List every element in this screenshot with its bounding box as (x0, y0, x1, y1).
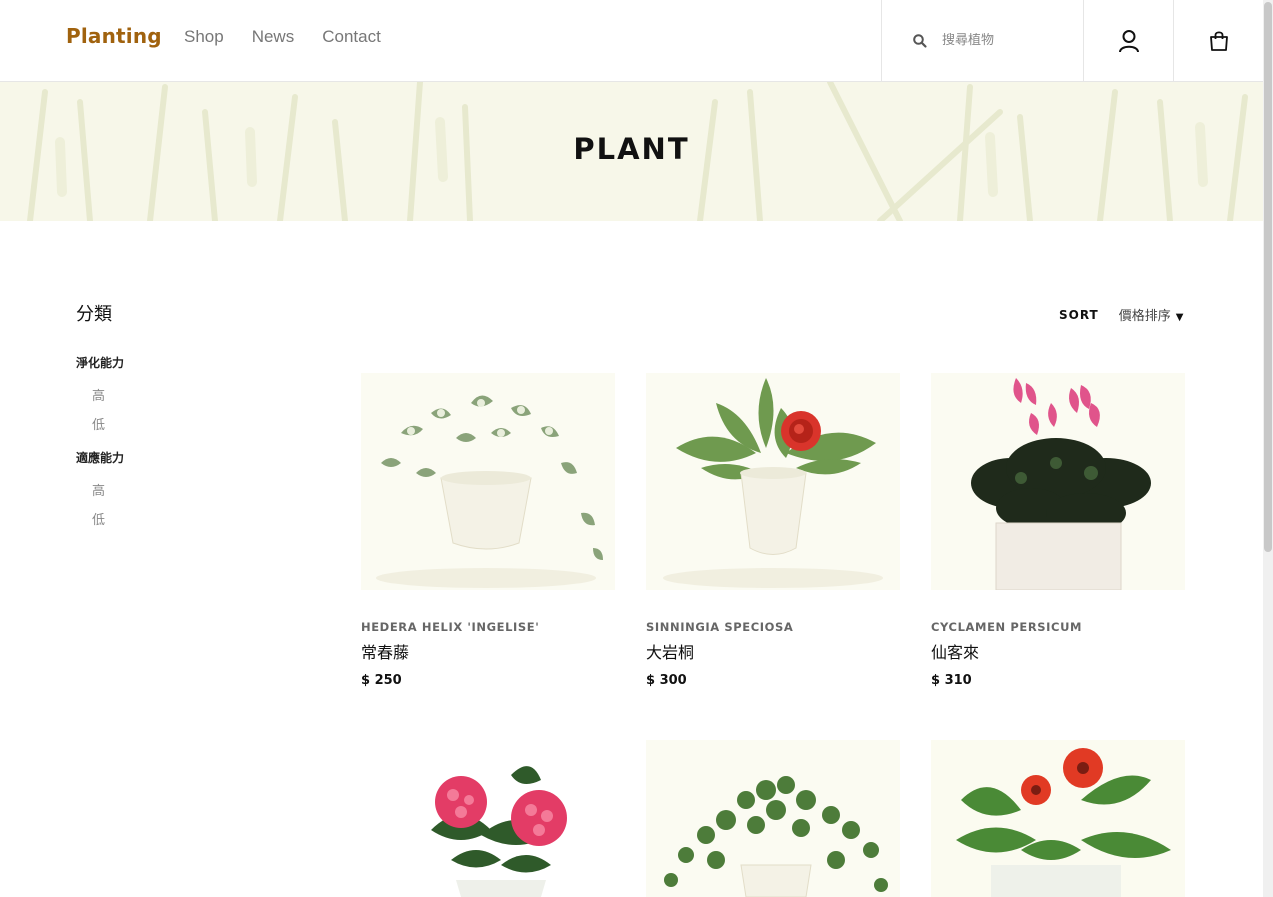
product-name[interactable]: 仙客來 (931, 639, 1185, 663)
category-heading: 分類 (76, 304, 112, 325)
sort-value: 價格排序 (1118, 309, 1171, 324)
hero-banner: PLANT (0, 82, 1263, 221)
brand-logo[interactable]: Planting (66, 24, 162, 48)
account-button[interactable] (1083, 0, 1173, 81)
user-icon (1118, 29, 1139, 52)
product-latin-name: SINNINGIA SPECIOSA (646, 620, 794, 634)
filter-option-purification-low[interactable]: 低 (92, 414, 256, 433)
scrollbar-thumb[interactable] (1264, 2, 1272, 552)
nav-contact[interactable]: Contact (322, 27, 381, 47)
nav-shop[interactable]: Shop (184, 27, 224, 47)
sort-control: SORT 價格排序 ▼ (1059, 305, 1184, 325)
product-card[interactable]: HEDERA HELIX 'INGELISE' 常春藤 $ 250 (361, 373, 615, 688)
product-price: $ 250 (361, 673, 402, 688)
sort-select[interactable]: 價格排序 ▼ (1119, 305, 1184, 324)
product-image-gloxinia[interactable] (646, 373, 900, 590)
product-image-hydrangea[interactable] (361, 740, 615, 897)
product-price: $ 310 (931, 673, 972, 688)
filter-group-purification: 淨化能力 (76, 356, 125, 370)
filter-option-adaptability-low[interactable]: 低 (92, 509, 256, 528)
filter-group-adaptability: 適應能力 (76, 451, 125, 465)
product-image-trailing-plant[interactable] (646, 740, 900, 897)
product-card[interactable]: CYCLAMEN PERSICUM 仙客來 $ 310 (931, 373, 1185, 688)
caret-down-icon: ▼ (1175, 312, 1184, 323)
product-name[interactable]: 常春藤 (361, 639, 615, 663)
product-name[interactable]: 大岩桐 (646, 639, 900, 663)
filter-sidebar: 分類 淨化能力 高 低 適應能力 高 低 (76, 300, 256, 538)
main-nav: Shop News Contact (184, 27, 381, 47)
product-price: $ 300 (646, 673, 687, 688)
product-card[interactable] (361, 740, 615, 897)
search-input[interactable] (942, 33, 1072, 48)
site-header: Planting Shop News Contact (0, 0, 1263, 82)
filter-option-adaptability-high[interactable]: 高 (92, 480, 256, 499)
product-image-gerbera[interactable] (931, 740, 1185, 897)
sort-label: SORT (1059, 307, 1099, 322)
shopping-bag-icon (1209, 30, 1228, 51)
product-latin-name: HEDERA HELIX 'INGELISE' (361, 620, 540, 634)
product-card[interactable] (931, 740, 1185, 897)
cart-button[interactable] (1173, 0, 1263, 81)
search-icon[interactable] (912, 33, 928, 49)
page-title: PLANT (573, 132, 690, 166)
product-image-cyclamen[interactable] (931, 373, 1185, 590)
nav-news[interactable]: News (252, 27, 295, 47)
product-card[interactable] (646, 740, 900, 897)
search-bar (881, 0, 1083, 81)
product-card[interactable]: SINNINGIA SPECIOSA 大岩桐 $ 300 (646, 373, 900, 688)
product-latin-name: CYCLAMEN PERSICUM (931, 620, 1083, 634)
vertical-scrollbar[interactable] (1263, 0, 1273, 897)
product-image-ivy[interactable] (361, 373, 615, 590)
filter-option-purification-high[interactable]: 高 (92, 385, 256, 404)
